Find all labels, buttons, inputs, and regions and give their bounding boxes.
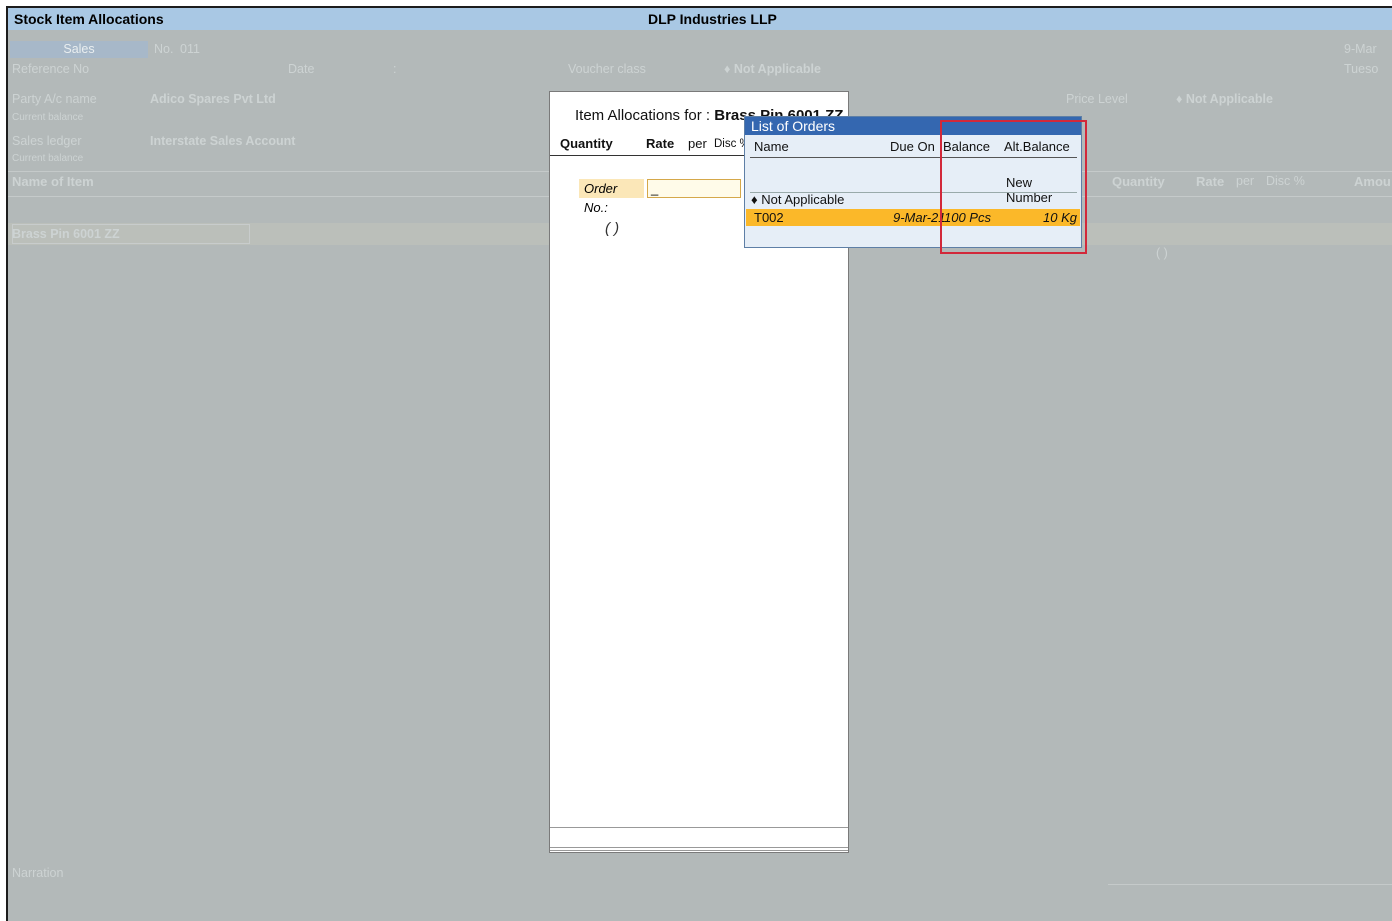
window-title: Stock Item Allocations [14,11,164,27]
price-level-value: ♦ Not Applicable [1176,92,1273,106]
reference-no-label: Reference No [12,62,90,76]
allocation-title-prefix: Item Allocations for : [575,107,711,124]
current-balance-label-2: Current balance [12,153,84,164]
column-disc: Disc % [1266,174,1305,188]
sales-ledger-value: Interstate Sales Account [150,134,296,148]
panel-footer-line [550,827,848,828]
column-quantity: Quantity [1112,174,1165,189]
orders-col-name: Name [754,139,789,154]
allocation-paren: ( ) [605,220,620,237]
panel-footer-line-2 [550,847,848,848]
column-rate: Rate [1196,174,1225,189]
allocation-col-per: per [688,136,707,151]
column-name-of-item: Name of Item [12,174,94,189]
panel-footer-line-3 [550,850,848,851]
title-bar: Stock Item Allocations DLP Industries LL… [8,8,1392,30]
price-level-label: Price Level [1066,92,1128,106]
voucher-class-label: Voucher class [568,62,646,76]
allocation-col-quantity: Quantity [560,136,613,151]
voucher-class-value: ♦ Not Applicable [724,62,821,76]
order-row-name: T002 [754,210,784,225]
voucher-day: Tueso [1344,62,1379,76]
voucher-no-label: No. [154,42,174,56]
date-separator: : [393,62,397,76]
voucher-date: 9-Mar [1344,42,1377,56]
narration-label: Narration [12,866,64,880]
narration-line [1108,884,1392,885]
party-value: Adico Spares Pvt Ltd [150,92,276,106]
company-name: DLP Industries LLP [648,11,777,27]
orders-col-due-on: Due On [890,139,935,154]
voucher-type-badge: Sales [10,41,148,58]
column-amount: Amou [1354,174,1391,189]
highlight-box [940,120,1087,254]
order-no-input[interactable]: _ [647,179,741,198]
date-label: Date [288,62,315,76]
party-label: Party A/c name [12,92,97,106]
current-balance-label: Current balance [12,112,84,123]
order-no-label: Order No.: [579,179,644,215]
orders-not-applicable[interactable]: ♦ Not Applicable [751,192,844,207]
sales-ledger-label: Sales ledger [12,134,82,148]
item-name: Brass Pin 6001 ZZ [12,227,120,241]
column-per: per [1236,174,1255,188]
order-row-due-on: 9-Mar-21 [893,210,946,225]
voucher-no-value: 011 [180,42,200,56]
item-paren: ( ) [1156,246,1168,260]
allocation-col-rate: Rate [646,136,675,151]
